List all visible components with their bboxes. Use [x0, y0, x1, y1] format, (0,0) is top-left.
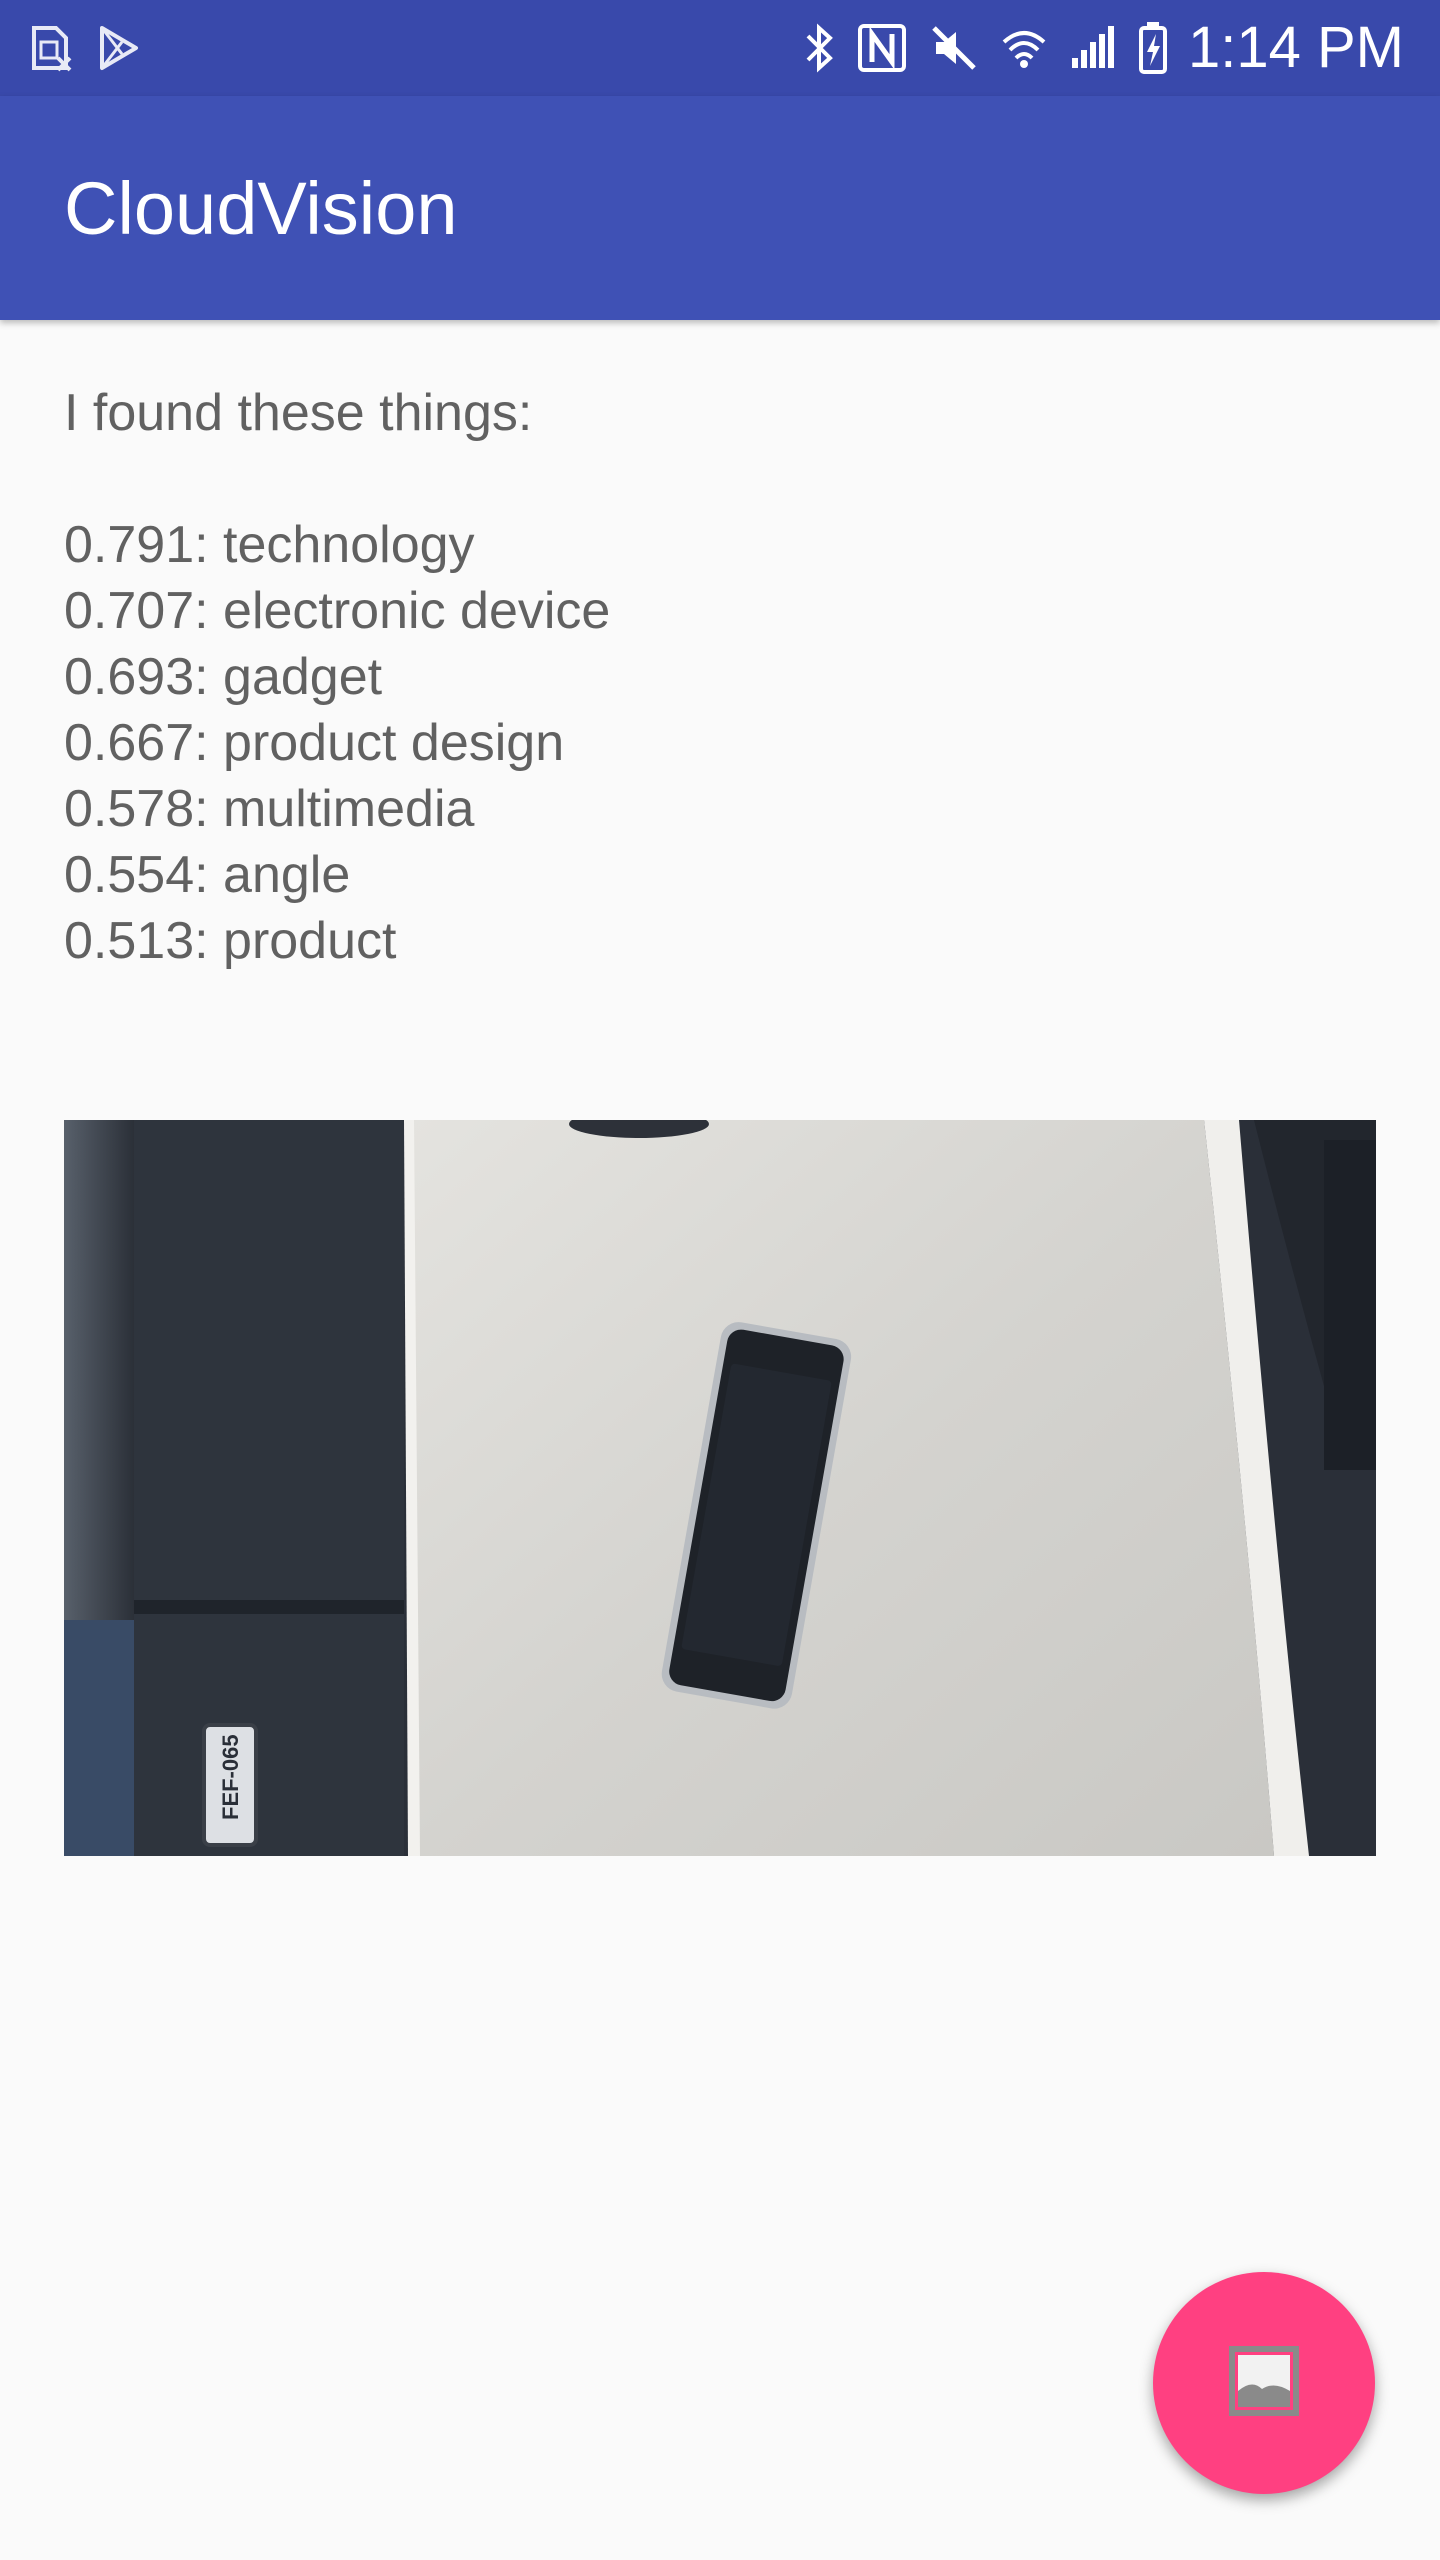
nfc-icon	[856, 22, 908, 74]
label-item: 0.791: technology	[64, 516, 475, 574]
signal-icon	[1068, 22, 1118, 74]
play-store-icon	[96, 22, 142, 74]
label-item: 0.578: multimedia	[64, 780, 475, 838]
results-heading: I found these things:	[64, 384, 533, 442]
status-bar: 1:14 PM	[0, 0, 1440, 96]
image-icon	[1228, 2345, 1300, 2422]
mute-icon	[928, 22, 980, 74]
label-item: 0.667: product design	[64, 714, 565, 772]
app-title: CloudVision	[64, 167, 458, 250]
battery-charging-icon	[1138, 20, 1168, 76]
status-right-icons: 1:14 PM	[802, 10, 1404, 86]
status-left-icons	[28, 22, 142, 74]
label-item: 0.554: angle	[64, 846, 351, 904]
pick-image-button[interactable]	[1153, 2272, 1375, 2494]
results-panel: I found these things: 0.791: technology …	[64, 380, 1376, 974]
label-list: 0.791: technology 0.707: electronic devi…	[64, 512, 1376, 974]
analyzed-photo: FEF-065	[64, 1120, 1376, 1856]
no-sim-icon	[28, 22, 74, 74]
status-time: 1:14 PM	[1188, 15, 1404, 80]
bluetooth-icon	[802, 22, 836, 74]
plate-text: FEF-065	[218, 1734, 243, 1820]
wifi-icon	[1000, 22, 1048, 74]
app-bar: CloudVision	[0, 96, 1440, 320]
label-item: 0.707: electronic device	[64, 582, 611, 640]
label-item: 0.693: gadget	[64, 648, 383, 706]
label-item: 0.513: product	[64, 912, 397, 970]
